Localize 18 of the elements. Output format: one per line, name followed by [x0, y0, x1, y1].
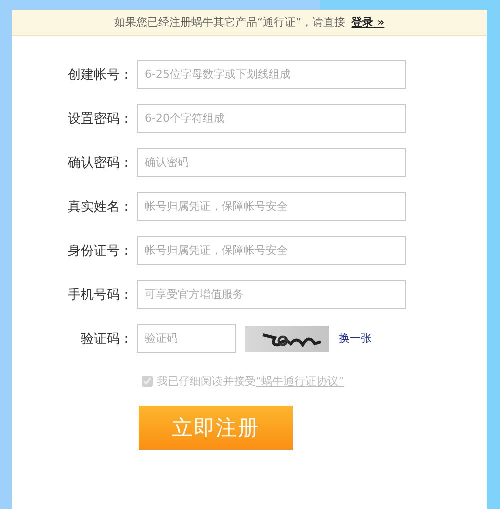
field-label: 设置密码： [67, 110, 133, 128]
input-field[interactable]: 6-25位字母数字或下划线组成 [137, 60, 406, 89]
input-field[interactable]: 6-20个字符组成 [137, 104, 406, 133]
captcha-field[interactable]: 验证码 [137, 324, 236, 353]
refresh-link[interactable]: 换一张 [339, 331, 372, 346]
field-label: 真实姓名： [67, 198, 133, 216]
login-link[interactable]: 登录 » [352, 15, 385, 30]
field-label: 确认密码： [67, 154, 133, 172]
field-label: 验证码： [80, 330, 133, 348]
input-field[interactable]: 帐号归属凭证，保障帐号安全 [137, 236, 406, 265]
field-label: 创建帐号： [67, 66, 133, 84]
field-label: 身份证号： [67, 242, 133, 260]
agree-text: 我已仔细阅读并接受 [157, 374, 256, 389]
input-field[interactable]: 确认密码 [137, 148, 406, 177]
input-field[interactable]: 帐号归属凭证，保障帐号安全 [137, 192, 406, 221]
field-label: 手机号码： [67, 286, 133, 304]
notice-text: 如果您已经注册蜗牛其它产品“通行证”，请直接 [114, 15, 346, 30]
input-field[interactable]: 可享受官方增值服务 [137, 280, 406, 309]
